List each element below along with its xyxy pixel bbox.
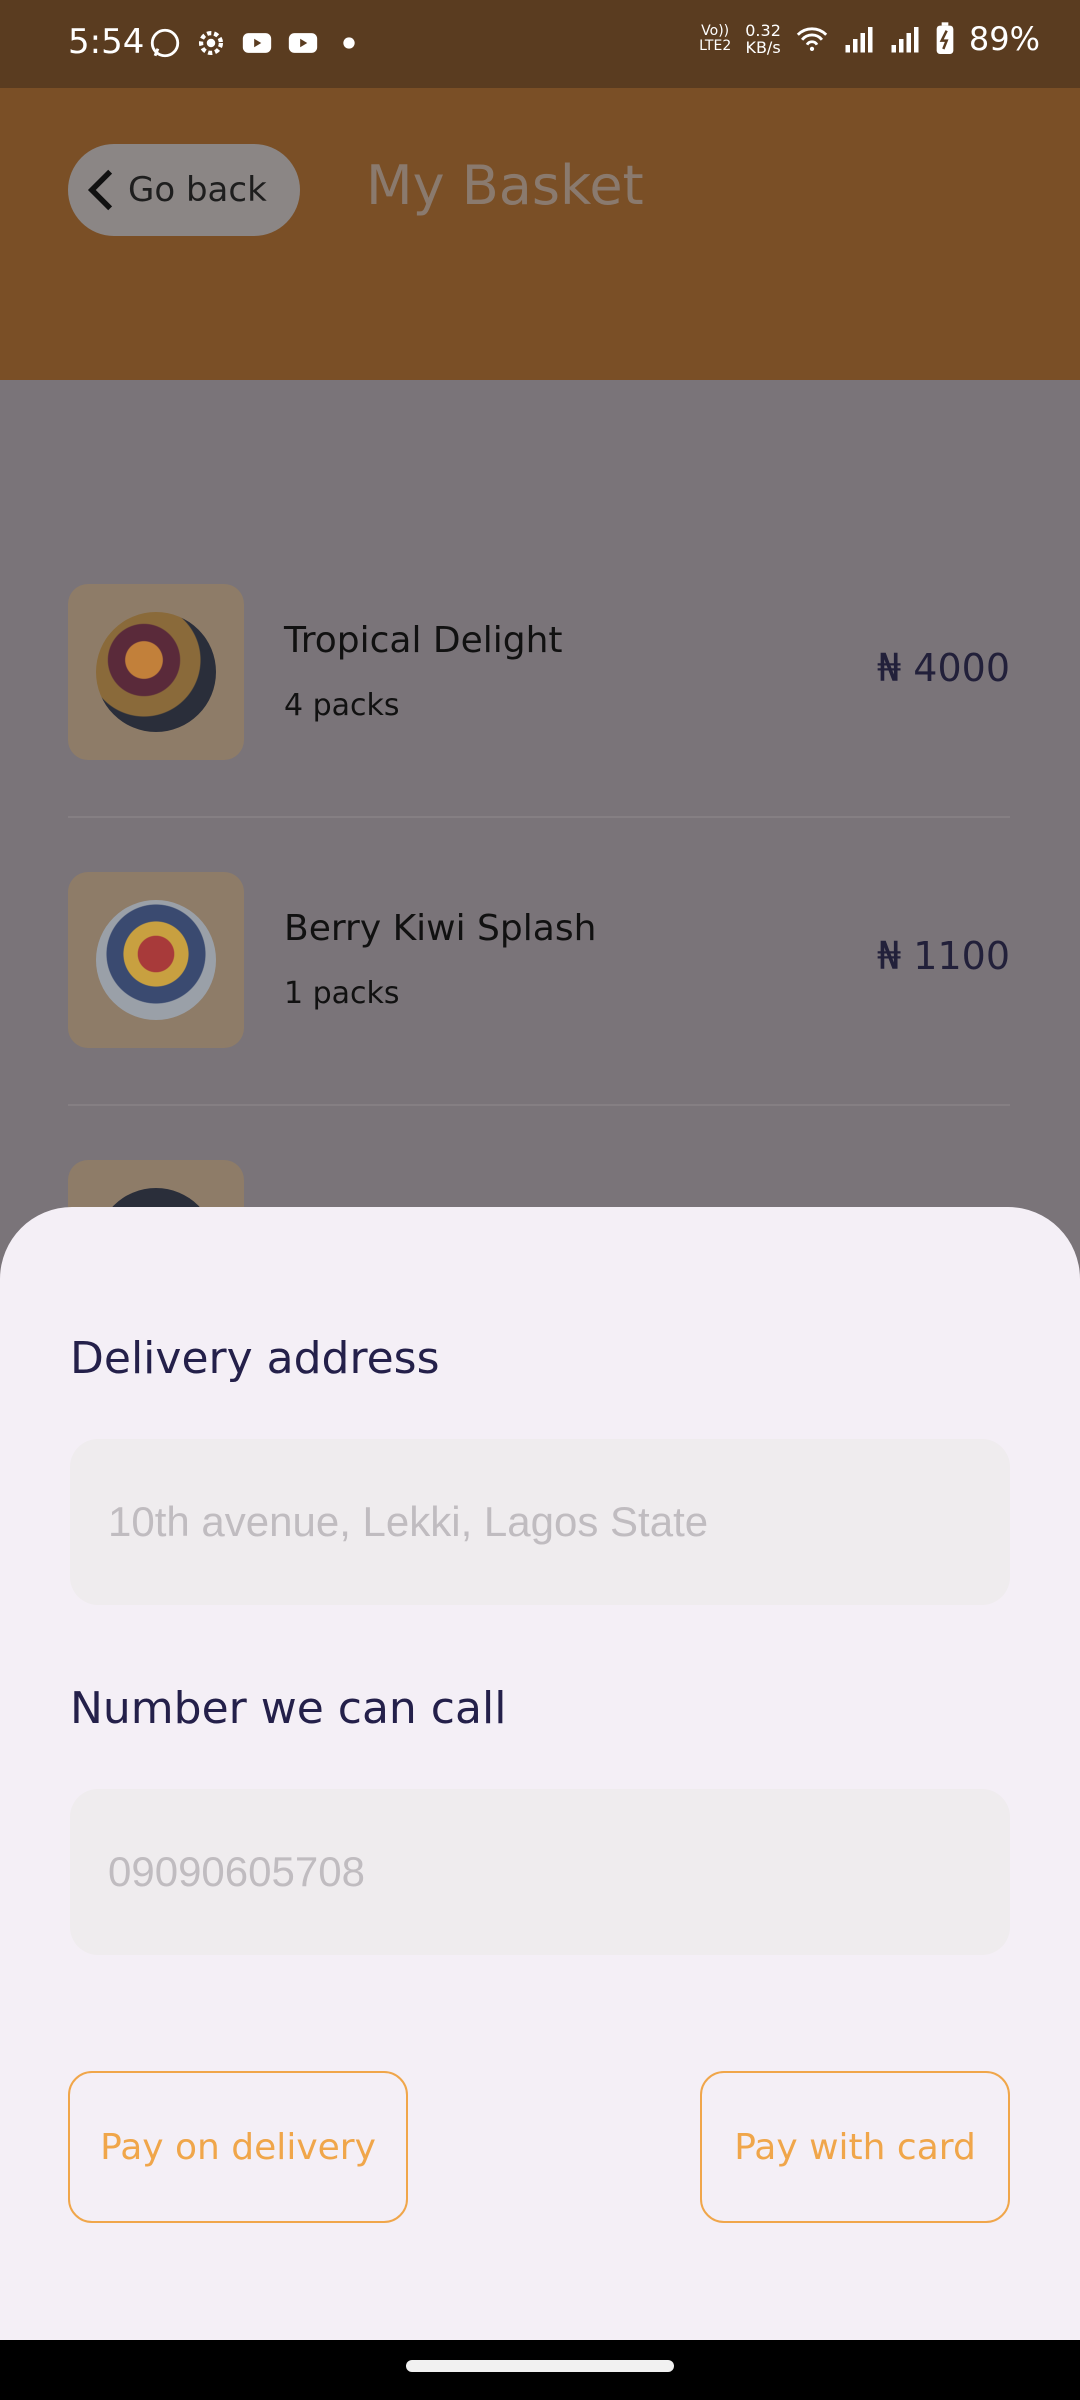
- pay-with-card-button[interactable]: Pay with card: [700, 2071, 1010, 2223]
- checkout-bottom-sheet: Delivery address Number we can call Pay …: [0, 1207, 1080, 2340]
- item-thumbnail: [68, 584, 244, 760]
- battery-percent: 89%: [968, 20, 1040, 58]
- youtube-icon: [242, 33, 272, 53]
- whatsapp-icon: [150, 28, 180, 58]
- item-price: ₦ 1100: [877, 934, 1010, 978]
- notification-icons: [148, 26, 366, 60]
- battery-icon: [936, 22, 954, 54]
- signal-icon: [891, 27, 919, 53]
- fruit-bowl-image: [96, 900, 216, 1020]
- item-name: Tropical Delight: [284, 620, 563, 661]
- system-navigation-bar: [0, 2340, 1080, 2400]
- go-back-button[interactable]: Go back: [68, 144, 300, 236]
- page-title: My Basket: [366, 154, 644, 217]
- divider: [68, 816, 1010, 818]
- app-header: Go back My Basket: [0, 88, 1080, 380]
- volte-indicator: Vo)) LTE2: [699, 23, 732, 54]
- network-speed: 0.32 KB/s: [745, 21, 781, 57]
- item-name: Berry Kiwi Splash: [284, 908, 597, 949]
- more-notifications-dot-icon: [343, 37, 355, 49]
- pay-on-delivery-button[interactable]: Pay on delivery: [68, 2071, 408, 2223]
- status-time: 5:54: [68, 22, 145, 62]
- status-bar: 5:54 Vo)) LTE2 0.32 KB/s 89%: [0, 0, 1080, 88]
- home-gesture-handle[interactable]: [406, 2360, 674, 2372]
- youtube-icon: [288, 33, 318, 53]
- system-indicators: Vo)) LTE2 0.32 KB/s 89%: [699, 20, 1040, 58]
- go-back-label: Go back: [128, 170, 267, 210]
- fruit-bowl-image: [96, 612, 216, 732]
- signal-icon: [845, 27, 873, 53]
- chevron-left-icon: [87, 169, 113, 211]
- divider: [68, 1104, 1010, 1106]
- phone-number-field-container: [70, 1789, 1010, 1955]
- delivery-address-input[interactable]: [70, 1439, 1010, 1605]
- basket-item[interactable]: Berry Kiwi Splash 1 packs ₦ 1100: [68, 872, 1010, 1048]
- item-thumbnail: [68, 872, 244, 1048]
- delivery-address-field-container: [70, 1439, 1010, 1605]
- wifi-icon: [796, 27, 828, 52]
- delivery-address-label: Delivery address: [70, 1333, 440, 1384]
- item-quantity: 4 packs: [284, 688, 400, 723]
- phone-number-label: Number we can call: [70, 1683, 507, 1734]
- phone-number-input[interactable]: [70, 1789, 1010, 1955]
- basket-item[interactable]: Tropical Delight 4 packs ₦ 4000: [68, 584, 1010, 760]
- settings-icon: [198, 30, 224, 56]
- item-price: ₦ 4000: [877, 646, 1010, 690]
- item-quantity: 1 packs: [284, 976, 400, 1011]
